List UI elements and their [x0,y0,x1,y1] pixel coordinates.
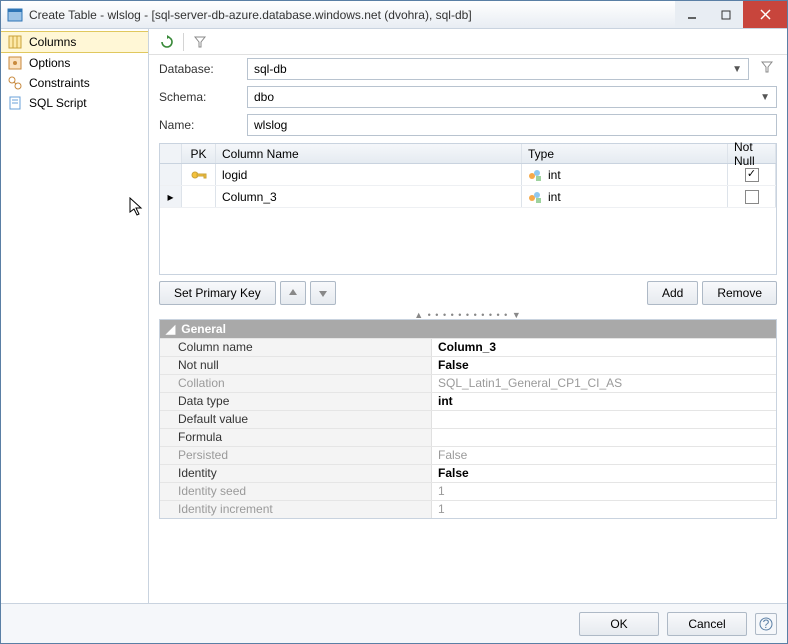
header-type[interactable]: Type [522,144,728,163]
refresh-icon[interactable] [157,32,177,52]
bottom-bar: OK Cancel ? [1,603,787,643]
datatype-icon [528,168,542,182]
app-icon [7,7,23,23]
grid-row[interactable]: logid int [160,164,776,186]
set-primary-key-button[interactable]: Set Primary Key [159,281,276,305]
database-filter-icon[interactable] [761,61,777,77]
title-bar: Create Table - wlslog - [sql-server-db-a… [1,1,787,29]
column-name-cell[interactable]: Column_3 [216,186,522,207]
filter-icon[interactable] [190,32,210,52]
row-selector[interactable]: ▸ [160,186,182,207]
constraints-icon [7,75,23,91]
schema-value: dbo [254,90,274,104]
grid-header: PK Column Name Type Not Null [160,144,776,164]
move-up-button[interactable] [280,281,306,305]
add-button[interactable]: Add [647,281,698,305]
pk-cell [182,164,216,185]
database-value: sql-db [254,62,287,76]
type-cell[interactable]: int [522,186,728,207]
checkbox-unchecked-icon [745,190,759,204]
name-input[interactable] [247,114,777,136]
property-row[interactable]: Formula [160,428,776,446]
column-name-cell[interactable]: logid [216,164,522,185]
name-label: Name: [159,118,239,132]
chevron-down-icon: ▼ [732,64,742,75]
content-toolbar [149,29,787,55]
grid-row[interactable]: ▸ Column_3 int [160,186,776,208]
cancel-button[interactable]: Cancel [667,612,747,636]
help-button[interactable]: ? [755,613,777,635]
property-row: CollationSQL_Latin1_General_CP1_CI_AS [160,374,776,392]
properties-heading[interactable]: ◢ General [160,320,776,338]
header-not-null[interactable]: Not Null [728,144,776,163]
property-row: Identity seed1 [160,482,776,500]
move-down-button[interactable] [310,281,336,305]
property-row: PersistedFalse [160,446,776,464]
properties-panel: ◢ General Column nameColumn_3 Not nullFa… [159,319,777,519]
property-row[interactable]: Column nameColumn_3 [160,338,776,356]
sidebar-item-sql-script[interactable]: SQL Script [1,93,148,113]
maximize-button[interactable] [709,1,743,28]
ok-button[interactable]: OK [579,612,659,636]
header-column-name[interactable]: Column Name [216,144,522,163]
notnull-cell[interactable] [728,186,776,207]
collapse-icon: ◢ [166,322,175,336]
property-row[interactable]: Not nullFalse [160,356,776,374]
sidebar-item-constraints[interactable]: Constraints [1,73,148,93]
separator [183,33,184,51]
window-title: Create Table - wlslog - [sql-server-db-a… [29,8,675,22]
checkbox-checked-icon [745,168,759,182]
property-row: Identity increment1 [160,500,776,518]
database-combo[interactable]: sql-db ▼ [247,58,749,80]
columns-grid: PK Column Name Type Not Null logid int [159,143,777,275]
current-row-indicator: ▸ [167,190,173,204]
columns-icon [7,34,23,50]
property-row[interactable]: IdentityFalse [160,464,776,482]
header-pk[interactable]: PK [182,144,216,163]
type-cell[interactable]: int [522,164,728,185]
sidebar-item-columns[interactable]: Columns [1,31,148,53]
pk-cell [182,186,216,207]
minimize-button[interactable] [675,1,709,28]
schema-label: Schema: [159,90,239,104]
sidebar-item-label: Columns [29,35,76,49]
sidebar-item-label: Constraints [29,76,90,90]
schema-combo[interactable]: dbo ▼ [247,86,777,108]
chevron-down-icon: ▼ [760,92,770,103]
key-icon [191,169,207,181]
sidebar: Columns Options Constraints SQL Script [1,29,149,603]
svg-text:?: ? [763,617,770,631]
database-label: Database: [159,62,239,76]
close-button[interactable] [743,1,787,28]
property-row[interactable]: Default value [160,410,776,428]
sidebar-item-options[interactable]: Options [1,53,148,73]
splitter[interactable]: ▲ • • • • • • • • • • • ▼ [149,311,787,319]
options-icon [7,55,23,71]
notnull-cell[interactable] [728,164,776,185]
row-selector[interactable] [160,164,182,185]
datatype-icon [528,190,542,204]
sidebar-item-label: Options [29,56,70,70]
remove-button[interactable]: Remove [702,281,777,305]
sidebar-item-label: SQL Script [29,96,87,110]
script-icon [7,95,23,111]
property-row[interactable]: Data typeint [160,392,776,410]
